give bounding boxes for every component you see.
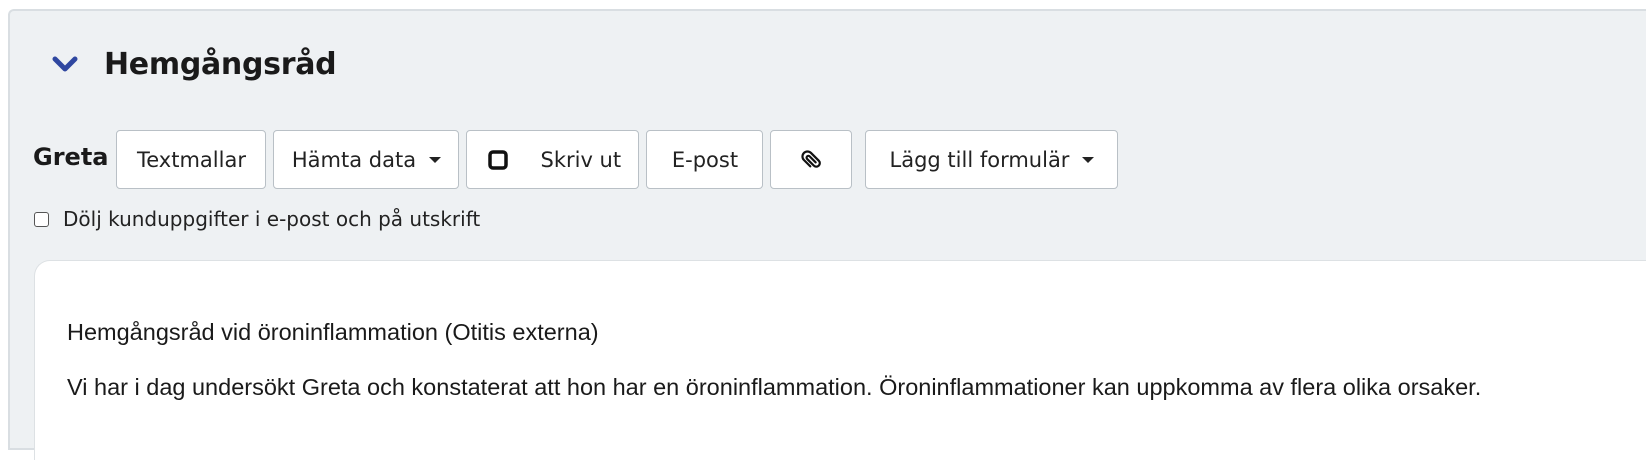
chevron-down-icon[interactable] [48, 47, 82, 81]
add-form-dropdown[interactable]: Lägg till formulär [865, 130, 1119, 189]
editor-paragraph: Vi har i dag undersökt Greta och konstat… [67, 374, 1482, 400]
section-header: Hemgångsråd [48, 39, 337, 89]
paperclip-icon [797, 147, 825, 173]
fetch-data-label: Hämta data [291, 147, 417, 172]
hide-customer-checkbox[interactable] [34, 211, 49, 227]
section-title: Hemgångsråd [104, 46, 337, 82]
hide-customer-label[interactable]: Dölj kunduppgifter i e-post och på utskr… [63, 207, 480, 231]
print-button[interactable]: Skriv ut [466, 130, 640, 189]
email-button[interactable]: E-post [646, 130, 764, 189]
patient-name: Greta [33, 142, 109, 171]
caret-down-icon [1082, 156, 1095, 163]
caret-down-icon [429, 156, 442, 163]
templates-button-label: Textmallar [137, 147, 246, 172]
hide-customer-option: Dölj kunduppgifter i e-post och på utskr… [34, 205, 480, 233]
print-icon [488, 149, 509, 171]
text-editor[interactable]: Hemgångsråd vid öroninflammation (Otitis… [34, 260, 1646, 460]
templates-button[interactable]: Textmallar [116, 130, 267, 189]
toolbar: Greta Textmallar Hämta data Skriv ut E-p… [33, 130, 1125, 189]
fetch-data-dropdown[interactable]: Hämta data [273, 130, 460, 189]
email-button-label: E-post [671, 147, 739, 172]
attach-button[interactable] [770, 130, 853, 189]
editor-heading: Hemgångsråd vid öroninflammation (Otitis… [67, 319, 599, 345]
print-button-label: Skriv ut [540, 147, 622, 172]
add-form-label: Lägg till formulär [889, 147, 1070, 172]
